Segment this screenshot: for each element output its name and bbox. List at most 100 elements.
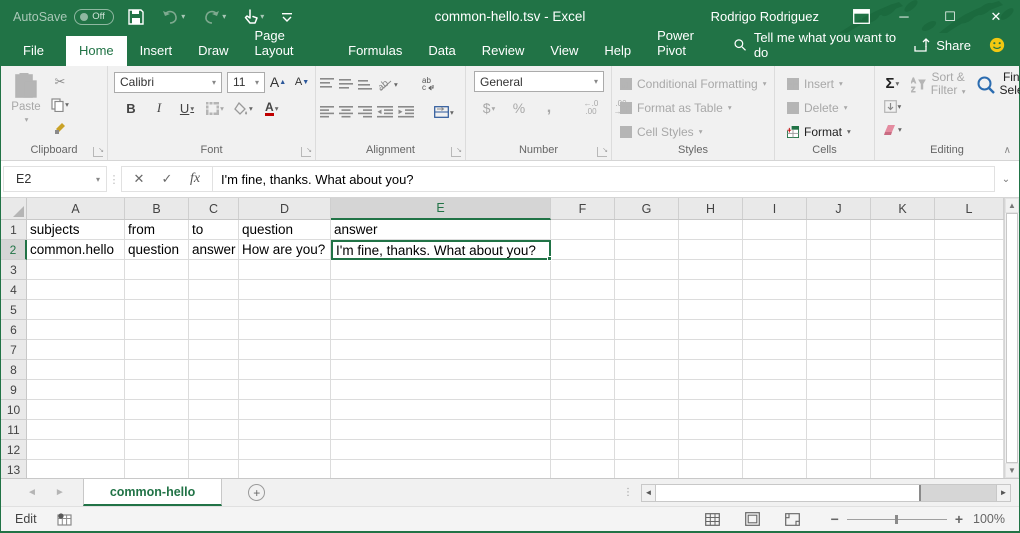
number-dialog-launcher[interactable]: [597, 147, 607, 157]
cell-D12[interactable]: [239, 440, 331, 460]
tab-data[interactable]: Data: [415, 36, 468, 66]
cell-E1[interactable]: answer: [331, 220, 551, 240]
cell-D13[interactable]: [239, 460, 331, 478]
cell-K11[interactable]: [871, 420, 935, 440]
cell-H5[interactable]: [679, 300, 743, 320]
cell-H2[interactable]: [679, 240, 743, 260]
cell-A12[interactable]: [27, 440, 125, 460]
insert-function-button[interactable]: fx: [182, 171, 208, 187]
align-center-icon[interactable]: [339, 106, 353, 118]
cell-J11[interactable]: [807, 420, 871, 440]
insert-cells-button[interactable]: Insert▾: [783, 73, 846, 94]
cell-B13[interactable]: [125, 460, 189, 478]
row-header-7[interactable]: 7: [1, 340, 27, 360]
column-header-K[interactable]: K: [871, 198, 935, 219]
column-header-B[interactable]: B: [125, 198, 189, 219]
tab-help[interactable]: Help: [591, 36, 644, 66]
vertical-scrollbar[interactable]: ▲ ▼: [1004, 198, 1019, 478]
cell-L4[interactable]: [935, 280, 1004, 300]
cell-I6[interactable]: [743, 320, 807, 340]
zoom-level[interactable]: 100%: [973, 512, 1019, 526]
cell-G9[interactable]: [615, 380, 679, 400]
cell-K10[interactable]: [871, 400, 935, 420]
tab-view[interactable]: View: [537, 36, 591, 66]
redo-dropdown-icon[interactable]: ▾: [222, 12, 226, 21]
zoom-slider[interactable]: − +: [831, 511, 963, 527]
cell-E5[interactable]: [331, 300, 551, 320]
tab-file[interactable]: File: [1, 36, 66, 66]
collapse-ribbon-icon[interactable]: ∧: [1004, 145, 1011, 156]
scroll-down-icon[interactable]: ▼: [1005, 463, 1019, 478]
cell-C10[interactable]: [189, 400, 239, 420]
cell-F4[interactable]: [551, 280, 615, 300]
orientation-dropdown-icon[interactable]: ▾: [394, 80, 398, 89]
column-header-E[interactable]: E: [331, 198, 551, 220]
cell-C6[interactable]: [189, 320, 239, 340]
sheet-tab-common-hello[interactable]: common-hello: [83, 479, 222, 506]
cell-I2[interactable]: [743, 240, 807, 260]
minimize-button[interactable]: ─: [881, 0, 927, 33]
alignment-dialog-launcher[interactable]: [451, 147, 461, 157]
cell-C3[interactable]: [189, 260, 239, 280]
align-bottom-icon[interactable]: [358, 78, 372, 90]
cell-F3[interactable]: [551, 260, 615, 280]
cell-C4[interactable]: [189, 280, 239, 300]
undo-button[interactable]: ▾: [158, 4, 189, 30]
cell-A11[interactable]: [27, 420, 125, 440]
zoom-knob[interactable]: [895, 515, 898, 524]
cell-F6[interactable]: [551, 320, 615, 340]
cell-B8[interactable]: [125, 360, 189, 380]
tab-draw[interactable]: Draw: [185, 36, 241, 66]
page-layout-view-button[interactable]: [733, 507, 773, 532]
cell-K3[interactable]: [871, 260, 935, 280]
cell-C11[interactable]: [189, 420, 239, 440]
column-header-A[interactable]: A: [27, 198, 125, 219]
autosave-toggle[interactable]: AutoSave Off: [13, 9, 114, 25]
cell-D6[interactable]: [239, 320, 331, 340]
fill-color-dropdown-icon[interactable]: ▾: [249, 104, 253, 113]
cell-C13[interactable]: [189, 460, 239, 478]
cell-A8[interactable]: [27, 360, 125, 380]
cell-D2[interactable]: How are you?: [239, 240, 331, 260]
cell-E8[interactable]: [331, 360, 551, 380]
cell-J7[interactable]: [807, 340, 871, 360]
merge-center-dropdown-icon[interactable]: ▾: [450, 108, 454, 117]
row-header-12[interactable]: 12: [1, 440, 27, 460]
row-header-8[interactable]: 8: [1, 360, 27, 380]
cell-E7[interactable]: [331, 340, 551, 360]
cell-B2[interactable]: question: [125, 240, 189, 260]
cell-A2[interactable]: common.hello: [27, 240, 125, 260]
column-header-L[interactable]: L: [935, 198, 1004, 219]
cell-G2[interactable]: [615, 240, 679, 260]
cell-A10[interactable]: [27, 400, 125, 420]
row-header-11[interactable]: 11: [1, 420, 27, 440]
column-header-H[interactable]: H: [679, 198, 743, 219]
cell-C9[interactable]: [189, 380, 239, 400]
cell-J1[interactable]: [807, 220, 871, 240]
save-button[interactable]: [124, 4, 148, 30]
cell-G13[interactable]: [615, 460, 679, 478]
cell-F8[interactable]: [551, 360, 615, 380]
format-cells-button[interactable]: Format▾: [783, 121, 854, 142]
decrease-indent-icon[interactable]: [377, 106, 393, 118]
font-color-button[interactable]: A▾: [261, 98, 283, 119]
font-name-combo[interactable]: Calibri▾: [114, 72, 222, 93]
cell-B6[interactable]: [125, 320, 189, 340]
cell-F7[interactable]: [551, 340, 615, 360]
cell-G7[interactable]: [615, 340, 679, 360]
cell-I10[interactable]: [743, 400, 807, 420]
cell-F12[interactable]: [551, 440, 615, 460]
cell-H3[interactable]: [679, 260, 743, 280]
wrap-text-button[interactable]: abc: [418, 74, 440, 95]
shrink-font-button[interactable]: A▼: [291, 72, 313, 93]
page-break-preview-button[interactable]: [773, 507, 813, 532]
cell-H6[interactable]: [679, 320, 743, 340]
cell-J12[interactable]: [807, 440, 871, 460]
cell-A7[interactable]: [27, 340, 125, 360]
cell-B9[interactable]: [125, 380, 189, 400]
cell-G6[interactable]: [615, 320, 679, 340]
user-name[interactable]: Rodrigo Rodriguez: [711, 9, 819, 24]
tab-splitter-icon[interactable]: ⋮: [615, 479, 641, 506]
cell-H7[interactable]: [679, 340, 743, 360]
cell-J9[interactable]: [807, 380, 871, 400]
